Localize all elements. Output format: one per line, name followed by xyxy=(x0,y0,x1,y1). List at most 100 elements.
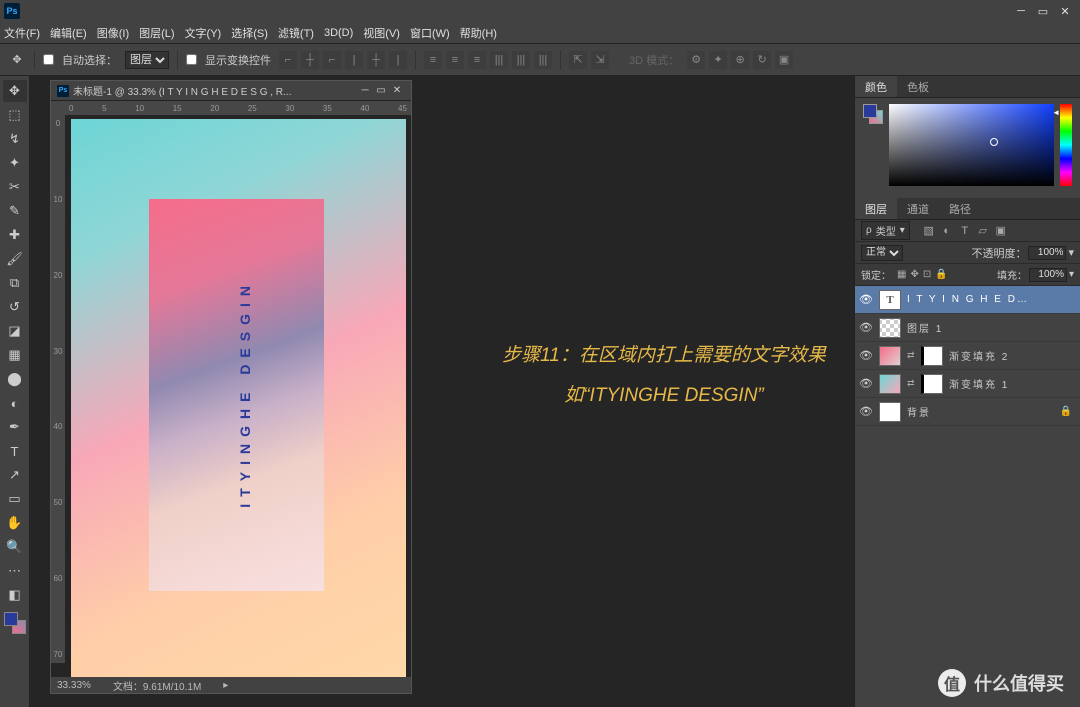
doc-size[interactable]: 文档：9.61M/10.1M xyxy=(113,678,201,693)
arrange-2-icon[interactable]: ⇲ xyxy=(591,51,609,69)
close-button[interactable]: ✕ xyxy=(1054,0,1076,22)
color-field-arrow-icon[interactable]: ◄ xyxy=(1052,108,1060,117)
menu-filter[interactable]: 滤镜(T) xyxy=(278,25,314,41)
align-top-icon[interactable]: ⌐ xyxy=(279,51,297,69)
zoom-icon[interactable]: ⊕ xyxy=(731,51,749,69)
menu-help[interactable]: 帮助(H) xyxy=(460,25,497,41)
doc-minimize-button[interactable]: ─ xyxy=(357,83,373,99)
layer-row-gradient1[interactable]: 👁 ⇄ 渐变填充 1 xyxy=(855,370,1080,398)
clone-stamp-tool[interactable]: ⧉ xyxy=(3,272,27,294)
orbit-icon[interactable]: ⚙ xyxy=(687,51,705,69)
eyedropper-tool[interactable]: ✎ xyxy=(3,200,27,222)
layer-name[interactable]: I T Y I N G H E D… xyxy=(907,294,1076,305)
tab-swatches[interactable]: 色板 xyxy=(897,76,939,97)
show-transform-checkbox[interactable] xyxy=(186,54,197,65)
ruler-vertical[interactable]: 010203040506070 xyxy=(51,115,65,663)
brush-tool[interactable]: 🖌 xyxy=(3,248,27,270)
menu-window[interactable]: 窗口(W) xyxy=(410,25,450,41)
align-vcenter-icon[interactable]: ┼ xyxy=(301,51,319,69)
eraser-tool[interactable]: ◪ xyxy=(3,320,27,342)
filter-smart-icon[interactable]: ▣ xyxy=(994,224,1008,238)
layer-name[interactable]: 图层 1 xyxy=(907,320,1076,335)
arrange-1-icon[interactable]: ⇱ xyxy=(569,51,587,69)
doc-maximize-button[interactable]: ▭ xyxy=(373,83,389,99)
color-field[interactable]: ◄ xyxy=(889,104,1054,186)
layer-row-gradient2[interactable]: 👁 ⇄ 渐变填充 2 xyxy=(855,342,1080,370)
fill-dropdown-icon[interactable]: ▾ xyxy=(1069,269,1074,280)
color-swatches[interactable] xyxy=(4,612,26,634)
filter-pixel-icon[interactable]: ▧ xyxy=(922,224,936,238)
link-icon[interactable]: ⇄ xyxy=(907,378,915,389)
pan-icon[interactable]: ✦ xyxy=(709,51,727,69)
dist-1-icon[interactable]: ≡ xyxy=(424,51,442,69)
menu-view[interactable]: 视图(V) xyxy=(363,25,400,41)
canvas-area[interactable]: 051015202530354045 010203040506070 ITYIN… xyxy=(51,101,411,677)
artboard[interactable]: ITYINGHE DESGIN xyxy=(71,119,406,677)
blend-mode-dropdown[interactable]: 正常 xyxy=(861,245,903,261)
layer-row-layer1[interactable]: 👁 图层 1 xyxy=(855,314,1080,342)
layer-row-text[interactable]: 👁 T I T Y I N G H E D… xyxy=(855,286,1080,314)
document-tab[interactable]: Ps 未标题-1 @ 33.3% (I T Y I N G H E D E S … xyxy=(51,81,411,101)
hand-tool[interactable]: ✋ xyxy=(3,512,27,534)
type-tool[interactable]: T xyxy=(3,440,27,462)
fg-swatch[interactable] xyxy=(4,612,18,626)
menu-edit[interactable]: 编辑(E) xyxy=(50,25,87,41)
align-hcenter-icon[interactable]: ┼ xyxy=(367,51,385,69)
layer-row-background[interactable]: 👁 背景 🔒 xyxy=(855,398,1080,426)
menu-type[interactable]: 文字(Y) xyxy=(185,25,222,41)
roll-icon[interactable]: ↻ xyxy=(753,51,771,69)
menu-layer[interactable]: 图层(L) xyxy=(139,25,174,41)
layer-name[interactable]: 渐变填充 2 xyxy=(949,348,1076,363)
layer-filter-dropdown[interactable]: ρ 类型 ▾ xyxy=(861,221,910,240)
hue-strip[interactable] xyxy=(1060,104,1072,186)
zoom-tool[interactable]: 🔍 xyxy=(3,536,27,558)
dist-5-icon[interactable]: ||| xyxy=(512,51,530,69)
lock-pixels-icon[interactable]: ▦ xyxy=(897,269,906,280)
doc-close-button[interactable]: ✕ xyxy=(389,83,405,99)
ruler-horizontal[interactable]: 051015202530354045 xyxy=(65,101,411,115)
gradient-tool[interactable]: ▦ xyxy=(3,344,27,366)
lasso-tool[interactable]: ↯ xyxy=(3,128,27,150)
lock-position-icon[interactable]: ✥ xyxy=(910,269,918,280)
maximize-button[interactable]: ▭ xyxy=(1032,0,1054,22)
filter-type-icon[interactable]: T xyxy=(958,224,972,238)
tab-channels[interactable]: 通道 xyxy=(897,198,939,219)
auto-select-dropdown[interactable]: 图层 xyxy=(125,51,169,69)
filter-adjust-icon[interactable]: ◐ xyxy=(940,224,954,238)
dist-3-icon[interactable]: ≡ xyxy=(468,51,486,69)
visibility-icon[interactable]: 👁 xyxy=(859,293,873,306)
menu-image[interactable]: 图像(I) xyxy=(97,25,129,41)
layer-name[interactable]: 渐变填充 1 xyxy=(949,376,1076,391)
panel-swatch-pair[interactable] xyxy=(863,104,883,124)
move-tool[interactable]: ✥ xyxy=(3,80,27,102)
fill-input[interactable] xyxy=(1029,268,1067,282)
link-icon[interactable]: ⇄ xyxy=(907,350,915,361)
menu-3d[interactable]: 3D(D) xyxy=(324,27,353,39)
marquee-tool[interactable]: ⬚ xyxy=(3,104,27,126)
camera-icon[interactable]: ▣ xyxy=(775,51,793,69)
magic-wand-tool[interactable]: ✦ xyxy=(3,152,27,174)
zoom-level[interactable]: 33.33% xyxy=(57,680,91,691)
color-picker-ring[interactable] xyxy=(990,138,998,146)
filter-shape-icon[interactable]: ▱ xyxy=(976,224,990,238)
dist-4-icon[interactable]: ||| xyxy=(490,51,508,69)
path-select-tool[interactable]: ↗ xyxy=(3,464,27,486)
pen-tool[interactable]: ✒ xyxy=(3,416,27,438)
opacity-dropdown-icon[interactable]: ▾ xyxy=(1068,246,1074,259)
quick-mask-tool[interactable]: ◧ xyxy=(3,584,27,606)
healing-tool[interactable]: ✚ xyxy=(3,224,27,246)
auto-select-checkbox[interactable] xyxy=(43,54,54,65)
menu-file[interactable]: 文件(F) xyxy=(4,25,40,41)
blur-tool[interactable]: ⬤ xyxy=(3,368,27,390)
align-bottom-icon[interactable]: ⌐ xyxy=(323,51,341,69)
shape-tool[interactable]: ▭ xyxy=(3,488,27,510)
dist-6-icon[interactable]: ||| xyxy=(534,51,552,69)
status-arrow-icon[interactable]: ▸ xyxy=(223,680,228,691)
visibility-icon[interactable]: 👁 xyxy=(859,321,873,334)
lock-all-icon[interactable]: 🔒 xyxy=(935,269,947,280)
crop-tool[interactable]: ✂ xyxy=(3,176,27,198)
artwork-text[interactable]: ITYINGHE DESGIN xyxy=(237,279,253,508)
align-right-icon[interactable]: | xyxy=(389,51,407,69)
dodge-tool[interactable]: ◐ xyxy=(3,392,27,414)
edit-toolbar[interactable]: ⋯ xyxy=(3,560,27,582)
